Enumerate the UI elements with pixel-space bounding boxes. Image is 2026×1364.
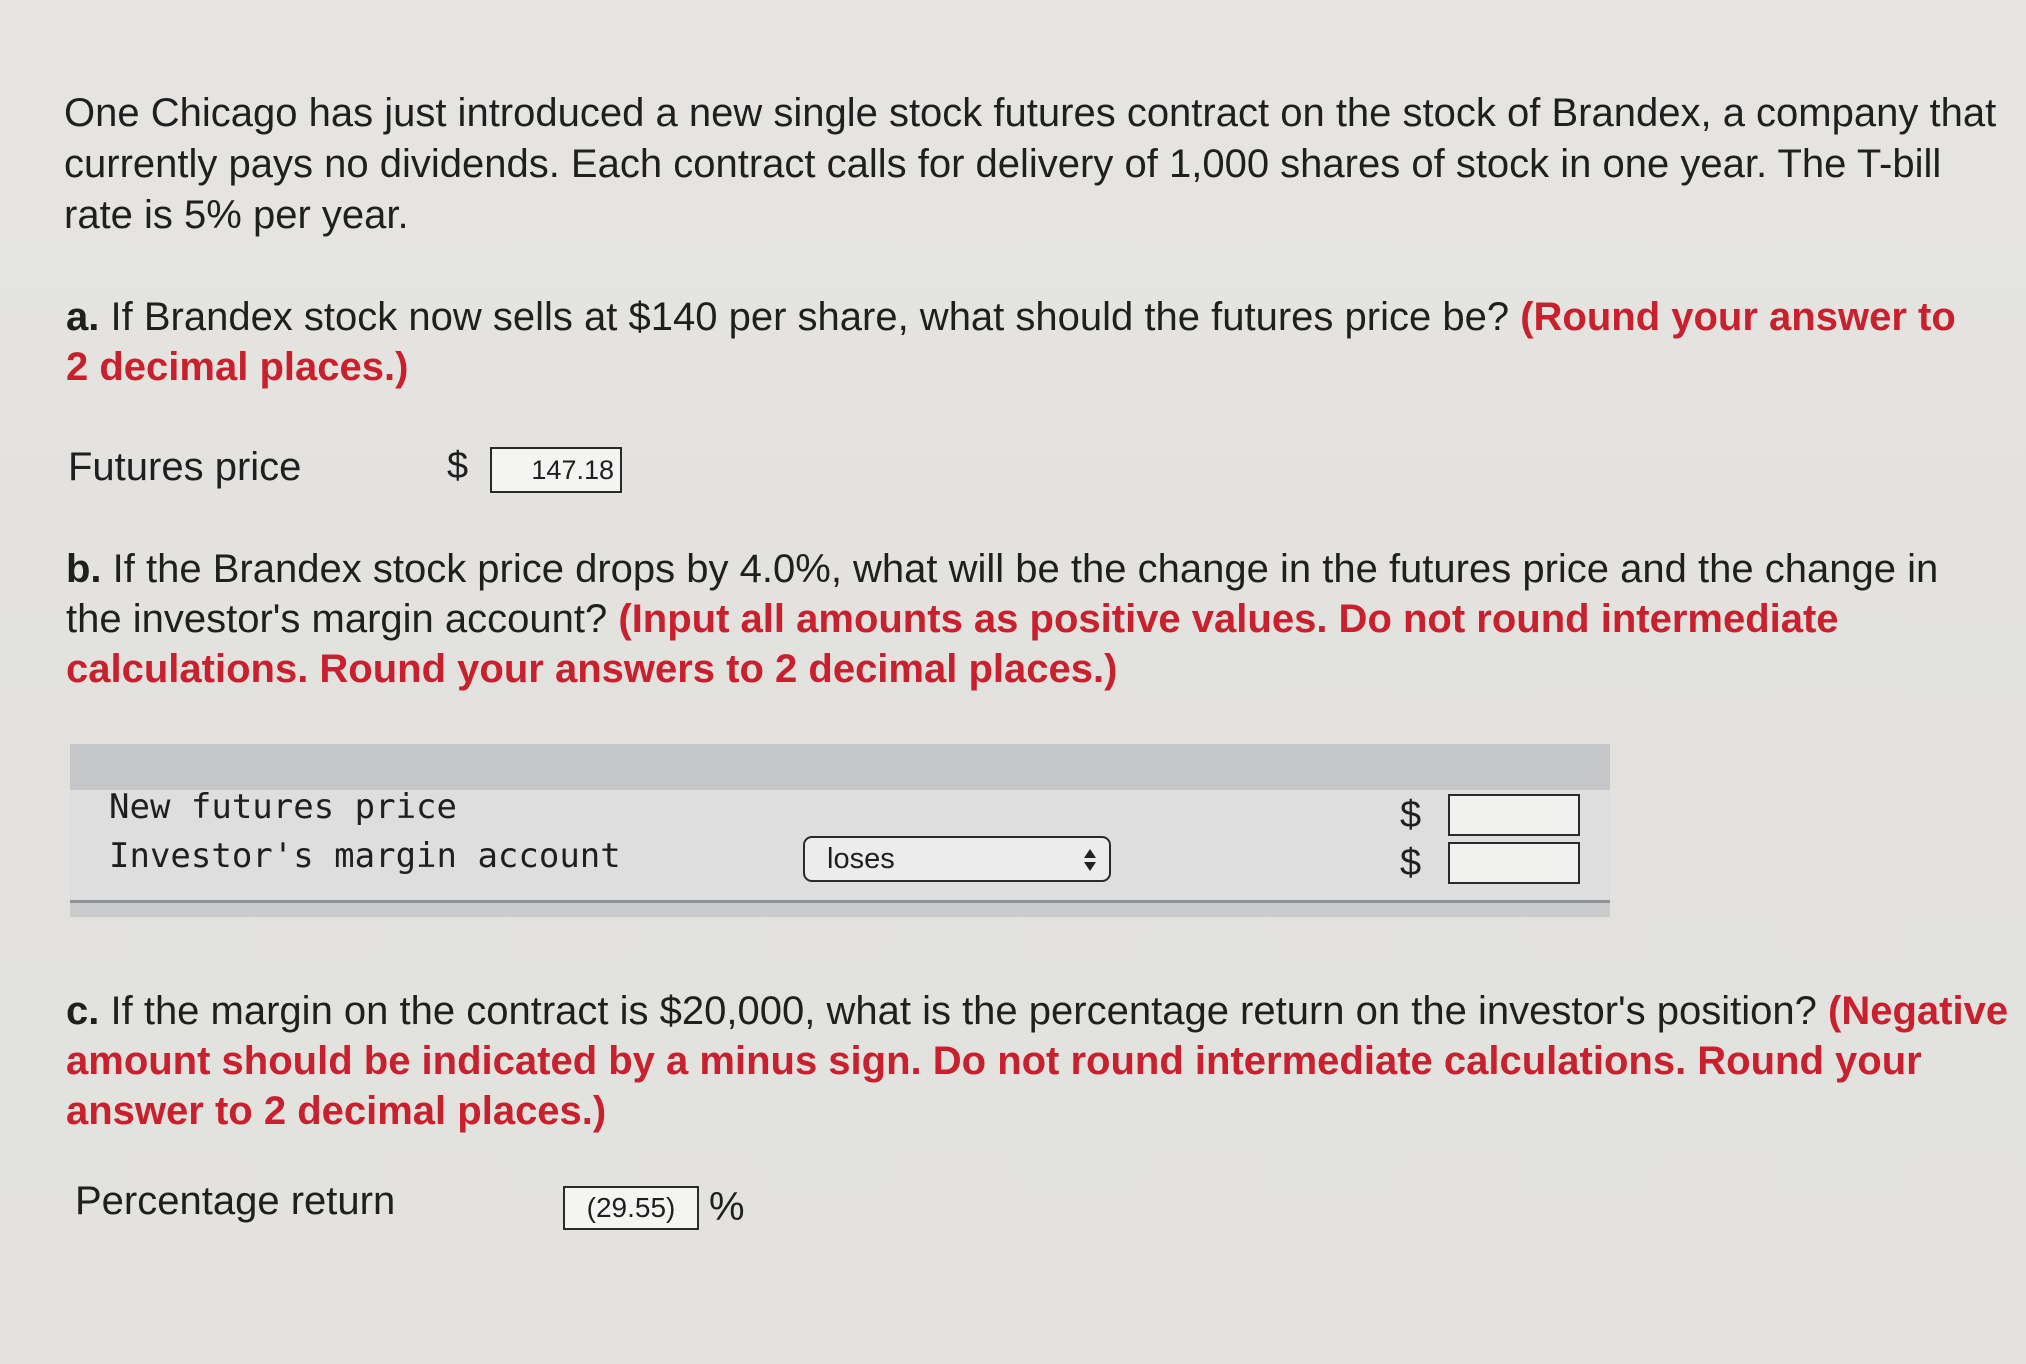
new-futures-price-label: New futures price — [109, 787, 457, 827]
margin-direction-select[interactable]: loses — [803, 836, 1111, 882]
part-c-question-text: If the margin on the contract is $20,000… — [110, 989, 1817, 1033]
part-a-question-text: If Brandex stock now sells at $140 per s… — [110, 295, 1510, 339]
part-c-question: c. If the margin on the contract is $20,… — [66, 986, 2016, 1136]
problem-intro: One Chicago has just introduced a new si… — [64, 91, 1997, 237]
part-c-letter: c. — [66, 989, 100, 1033]
part-b-letter: b. — [66, 547, 102, 591]
margin-change-input[interactable] — [1448, 842, 1580, 884]
part-b-question: b. If the Brandex stock price drops by 4… — [66, 544, 1946, 694]
margin-account-label: Investor's margin account — [109, 836, 621, 876]
futures-price-input[interactable]: 147.18 — [490, 447, 622, 493]
new-futures-price-currency: $ — [1400, 794, 1422, 836]
part-a-letter: a. — [66, 295, 100, 339]
margin-change-currency: $ — [1400, 842, 1422, 884]
homework-page: One Chicago has just introduced a new si… — [0, 0, 2026, 1364]
percentage-return-label: Percentage return — [75, 1179, 396, 1223]
futures-price-label: Futures price — [68, 445, 302, 489]
answer-table: New futures price Investor's margin acco… — [70, 744, 1610, 924]
table-footer — [70, 900, 1610, 917]
table-header — [70, 744, 1610, 790]
part-a-question: a. If Brandex stock now sells at $140 pe… — [66, 292, 1966, 392]
percentage-return-input[interactable]: (29.55) — [563, 1186, 699, 1230]
futures-price-currency: $ — [447, 445, 469, 487]
new-futures-price-input[interactable] — [1448, 794, 1580, 836]
select-arrows-icon — [1084, 849, 1096, 871]
margin-direction-value: loses — [827, 843, 895, 875]
percent-unit: % — [709, 1185, 745, 1229]
